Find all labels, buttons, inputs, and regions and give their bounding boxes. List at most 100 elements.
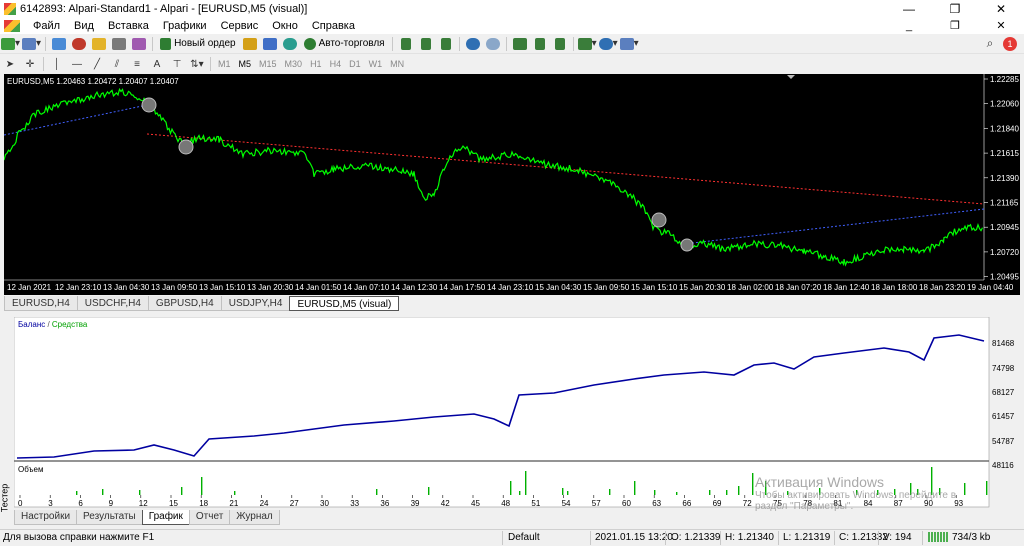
graph-x-label: 54 (562, 499, 571, 508)
indicators-button[interactable]: ▾ (577, 36, 597, 52)
tab-settings[interactable]: Настройки (14, 510, 78, 525)
child-close-icon[interactable]: ✕ (978, 18, 1024, 34)
label-tool-button[interactable]: ⊤ (168, 56, 186, 72)
tab-results[interactable]: Результаты (76, 510, 143, 525)
standard-toolbar: ▾ ▾ Новый ордер Авто-торговля ▾ ▾ ▾ ⌕ 1 (0, 34, 1024, 54)
timeframe-d1[interactable]: D1 (345, 59, 365, 69)
crosshair-button[interactable]: ✛ (21, 56, 39, 72)
zoom-in-button[interactable] (464, 36, 482, 52)
chart-shift-button[interactable] (551, 36, 569, 52)
window-title: 6142893: Alpari-Standard1 - Alpari - [EU… (20, 3, 308, 15)
status-high: H: 1.21340 (725, 532, 774, 543)
menu-tools[interactable]: Сервис (214, 20, 266, 32)
price-axis-label: 1.21390 (990, 174, 1019, 183)
auto-trading-button[interactable]: Авто-торговля (301, 36, 388, 52)
trade-marker-exit[interactable] (178, 139, 194, 155)
timeframe-h1[interactable]: H1 (306, 59, 326, 69)
candlestick-icon (420, 37, 431, 50)
watermark-title: Активация Windows (755, 474, 885, 490)
price-chart[interactable]: EURUSD,M5 1.20463 1.20472 1.20407 1.2040… (4, 74, 1020, 295)
templates-button[interactable]: ▾ (619, 36, 639, 52)
alerts-button[interactable]: 1 (1001, 36, 1019, 52)
tab-usdjpy-h4[interactable]: USDJPY,H4 (220, 296, 291, 311)
volume-bar (676, 492, 678, 495)
navigator-button[interactable] (90, 36, 108, 52)
zoom-out-button[interactable] (484, 36, 502, 52)
trade-marker-entry-2[interactable] (651, 212, 667, 228)
graph-y-label: 61457 (992, 412, 1015, 421)
cursor-button[interactable]: ➤ (1, 56, 19, 72)
shapes-button[interactable]: ⇅▾ (188, 56, 206, 72)
community-button[interactable] (261, 36, 279, 52)
market-watch-button[interactable] (50, 36, 68, 52)
chart-window-icon[interactable] (4, 20, 20, 32)
timeframe-mn[interactable]: MN (386, 59, 408, 69)
signals-button[interactable] (281, 36, 299, 52)
child-minimize-icon[interactable]: _ (886, 18, 932, 34)
tester-button[interactable] (130, 36, 148, 52)
close-icon[interactable]: ✕ (978, 0, 1024, 18)
tab-journal[interactable]: Журнал (229, 510, 280, 525)
line-chart-button[interactable] (437, 36, 455, 52)
menu-help[interactable]: Справка (305, 20, 362, 32)
search-button[interactable]: ⌕ (981, 36, 999, 52)
tester-side-label: Тестер (0, 313, 12, 525)
minimize-icon[interactable]: — (886, 0, 932, 18)
drawing-toolbar: ➤ ✛ │ — ╱ ⫽ ≡ A ⊤ ⇅▾ M1 M5 M15 M30 H1 H4… (0, 55, 1024, 73)
vertical-line-button[interactable]: │ (48, 56, 66, 72)
trade-marker-entry[interactable] (141, 97, 157, 113)
tester-icon (132, 37, 147, 50)
timeframe-w1[interactable]: W1 (365, 59, 387, 69)
price-axis-label: 1.20720 (990, 248, 1019, 257)
time-axis-label: 14 Jan 07:10 (343, 283, 390, 292)
trade-marker-exit-2[interactable] (680, 238, 694, 252)
menu-window[interactable]: Окно (265, 20, 305, 32)
tile-windows-button[interactable] (511, 36, 529, 52)
tab-usdchf-h4[interactable]: USDCHF,H4 (76, 296, 149, 311)
text-tool-button[interactable]: A (148, 56, 166, 72)
time-axis-label: 18 Jan 23:20 (919, 283, 966, 292)
time-axis-label: 13 Jan 04:30 (103, 283, 150, 292)
timeframe-m30[interactable]: M30 (281, 59, 307, 69)
terminal-button[interactable] (110, 36, 128, 52)
menu-insert[interactable]: Вставка (101, 20, 156, 32)
timeframe-m5[interactable]: M5 (235, 59, 256, 69)
tab-graph[interactable]: График (141, 510, 190, 525)
vertical-line-icon: │ (53, 58, 61, 70)
horizontal-line-button[interactable]: — (68, 56, 86, 72)
tab-report[interactable]: Отчет (188, 510, 231, 525)
menu-file[interactable]: Файл (26, 20, 67, 32)
data-window-button[interactable] (70, 36, 88, 52)
watermark-line2: раздел "Параметры". (755, 501, 854, 512)
new-chart-button[interactable]: ▾ (1, 36, 20, 52)
trendline-button[interactable]: ╱ (88, 56, 106, 72)
tab-eurusd-h4[interactable]: EURUSD,H4 (4, 296, 78, 311)
child-restore-icon[interactable]: ❐ (932, 18, 978, 34)
tab-gbpusd-h4[interactable]: GBPUSD,H4 (147, 296, 222, 311)
auto-trading-icon (303, 37, 316, 50)
status-datetime: 2021.01.15 13:20 (595, 532, 673, 543)
timeframe-h4[interactable]: H4 (326, 59, 346, 69)
volume-bar (709, 490, 711, 495)
candlestick-button[interactable] (417, 36, 435, 52)
profiles-button[interactable]: ▾ (22, 36, 41, 52)
menu-view[interactable]: Вид (67, 20, 101, 32)
metaeditor-button[interactable] (241, 36, 259, 52)
bar-chart-button[interactable] (397, 36, 415, 52)
tester-tabs: Настройки Результаты График Отчет Журнал (14, 510, 280, 525)
channel-button[interactable]: ⫽ (108, 56, 126, 72)
graph-x-label: 27 (290, 499, 299, 508)
graph-x-label: 0 (18, 499, 23, 508)
timeframe-m15[interactable]: M15 (255, 59, 281, 69)
timeframe-m1[interactable]: M1 (214, 59, 235, 69)
restore-icon[interactable]: ❐ (932, 0, 978, 18)
tab-eurusd-m5-visual[interactable]: EURUSD,M5 (visual) (289, 296, 400, 311)
new-order-button[interactable]: Новый ордер (157, 36, 239, 52)
time-axis-label: 15 Jan 04:30 (535, 283, 582, 292)
menu-charts[interactable]: Графики (156, 20, 214, 32)
graph-x-label: 3 (48, 499, 53, 508)
auto-scroll-button[interactable] (531, 36, 549, 52)
fibonacci-button[interactable]: ≡ (128, 56, 146, 72)
app-logo-icon (4, 3, 16, 15)
periods-button[interactable]: ▾ (598, 36, 618, 52)
